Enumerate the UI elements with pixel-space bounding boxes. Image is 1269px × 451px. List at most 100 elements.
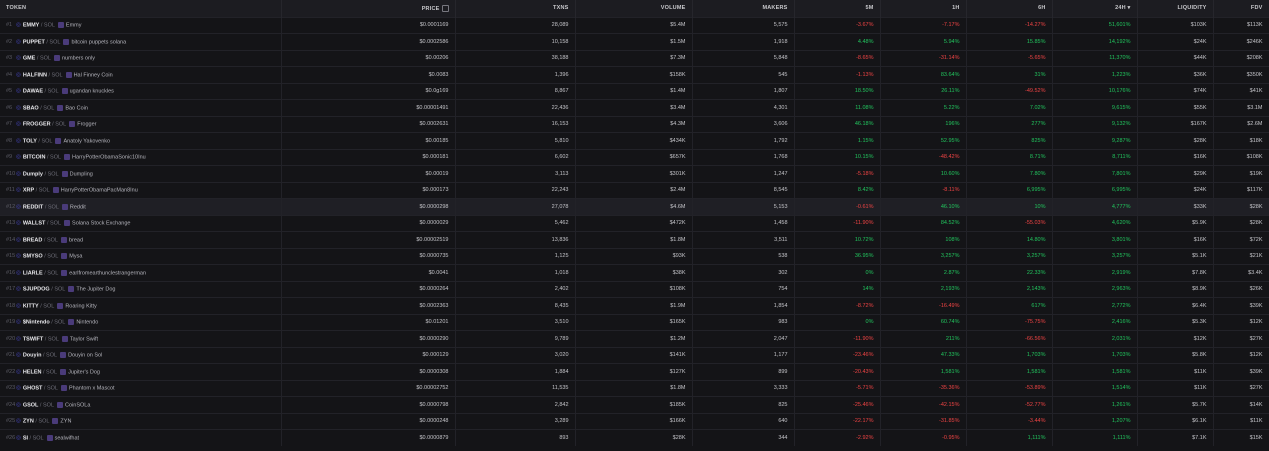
fdv-cell: $39K (1213, 363, 1269, 380)
header-makers[interactable]: MAKERS (692, 0, 795, 17)
header-24h[interactable]: 24H ▾ (1052, 0, 1138, 17)
table-row[interactable]: #8 ◎ TOLY / SOL Anatoly Yakovenko $0.00185 5,… (0, 132, 1269, 149)
token-cell[interactable]: #14◎ BREAD / SOL bread (0, 231, 282, 248)
txns-cell: 8,867 (455, 83, 576, 100)
header-volume[interactable]: VOLUME (575, 0, 693, 17)
change-5m-cell: -5.71% (794, 380, 881, 397)
fdv-cell: $41K (1213, 83, 1269, 100)
token-cell[interactable]: #26◎ SI / SOL sealwifhat (0, 429, 282, 446)
volume-cell: $158K (575, 66, 693, 83)
change-6h-cell: 2,143% (966, 281, 1053, 298)
change-1h-cell: 211% (880, 330, 967, 347)
token-cell[interactable]: #23◎ GHOST / SOL Phantom x Mascot (0, 380, 282, 397)
table-row[interactable]: #12◎ REDDIT / SOL Reddit $0.0000298 27,078 $4… (0, 198, 1269, 215)
volume-cell: $1.8M (575, 231, 693, 248)
table-row[interactable]: #15◎ SMYSO / SOL Mysa $0.0000735 1,125 $93K 53… (0, 248, 1269, 265)
change-24h-cell: 1,514% (1052, 380, 1138, 397)
header-1h[interactable]: 1H (880, 0, 967, 17)
price-cell: $0.00206 (281, 50, 456, 67)
change-5m-cell: 0% (794, 264, 881, 281)
table-row[interactable]: #14◎ BREAD / SOL bread $0.00002519 13,836 $1.… (0, 231, 1269, 248)
rank: #26 (6, 435, 16, 442)
table-row[interactable]: #16◎ LIARLE / SOL earlfromearthunclestrang… (0, 264, 1269, 281)
token-cell[interactable]: #16◎ LIARLE / SOL earlfromearthunclestrang… (0, 264, 282, 281)
txns-cell: 9,789 (455, 330, 576, 347)
header-price[interactable]: PRICE (281, 0, 456, 17)
txns-cell: 5,462 (455, 215, 576, 232)
table-row[interactable]: #22◎ HELEN / SOL Jupiter's Dog $0.0000308 1,… (0, 363, 1269, 380)
table-row[interactable]: #1 ◎ EMMY / SOL Emmy $0.0001169 28,089 $5.4M 5,… (0, 17, 1269, 34)
header-token[interactable]: TOKEN (0, 0, 282, 17)
token-cell[interactable]: #3 ◎ GME / SOL numbers only (0, 50, 282, 67)
table-row[interactable]: #10◎ Dumply / SOL Dumpling $0.00019 3,113 $30… (0, 165, 1269, 182)
rank: #20 (6, 335, 16, 342)
table-row[interactable]: #18◎ KITTY / SOL Roaring Kitty $0.0002363 8,… (0, 297, 1269, 314)
table-row[interactable]: #21◎ Douyin / SOL Douyin on Sol $0.000129 3,… (0, 347, 1269, 364)
token-cell[interactable]: #12◎ REDDIT / SOL Reddit (0, 198, 282, 215)
token-cell[interactable]: #4 ◎ HALFINN / SOL Hal Finney Coin (0, 66, 282, 83)
volume-cell: $657K (575, 149, 693, 166)
liquidity-cell: $5.8K (1137, 347, 1214, 364)
table-row[interactable]: #26◎ SI / SOL sealwifhat $0.0000879 893 $28K 3… (0, 429, 1269, 446)
table-row[interactable]: #19◎ $Nintendo / SOL Nintendo $0.01201 3,510… (0, 314, 1269, 331)
header-txns[interactable]: TXNS (455, 0, 576, 17)
token-cell[interactable]: #1 ◎ EMMY / SOL Emmy (0, 17, 282, 34)
table-row[interactable]: #11◎ XRP / SOL HarryPotterObamaPacMan8Inu $… (0, 182, 1269, 199)
txns-cell: 1,396 (455, 66, 576, 83)
token-cell[interactable]: #9 ◎ BITCOIN / SOL HarryPotterObamaSonic10I… (0, 149, 282, 166)
token-cell[interactable]: #2 ◎ PUPPET / SOL bitcoin puppets solana (0, 33, 282, 50)
table-row[interactable]: #7 ◎ FROGGER / SOL Frogger $0.0002631 16,153 $… (0, 116, 1269, 133)
header-6h[interactable]: 6H (966, 0, 1053, 17)
token-cell[interactable]: #6 ◎ SBAO / SOL Bao Coin (0, 99, 282, 116)
makers-cell: 1,768 (692, 149, 795, 166)
makers-cell: 4,301 (692, 99, 795, 116)
table-row[interactable]: #3 ◎ GME / SOL numbers only $0.00206 38,188 $7… (0, 50, 1269, 67)
change-6h-cell: -49.52% (966, 83, 1053, 100)
token-cell[interactable]: #10◎ Dumply / SOL Dumpling (0, 165, 282, 182)
change-5m-cell: -23.46% (794, 347, 881, 364)
token-cell[interactable]: #22◎ HELEN / SOL Jupiter's Dog (0, 363, 282, 380)
token-name: HarryPotterObamaPacMan8Inu (60, 187, 138, 194)
header-liquidity[interactable]: LIQUIDITY (1137, 0, 1214, 17)
price-cell: $0.0000290 (281, 330, 456, 347)
token-cell[interactable]: #24◎ GSOL / SOL CoinSOLa (0, 396, 282, 413)
token-cell[interactable]: #5 ◎ DAWAE / SOL ugandan knuckles (0, 83, 282, 100)
token-cell[interactable]: #13◎ WALLST / SOL Solana Stock Exchange (0, 215, 282, 232)
table-row[interactable]: #23◎ GHOST / SOL Phantom x Mascot $0.000027… (0, 380, 1269, 397)
change-6h-cell: -52.77% (966, 396, 1053, 413)
change-1h-cell: 5.94% (880, 33, 967, 50)
change-24h-cell: 9,287% (1052, 132, 1138, 149)
header-fdv[interactable]: FDV (1213, 0, 1269, 17)
change-5m-cell: -3.67% (794, 17, 881, 34)
change-1h-cell: -16.49% (880, 297, 967, 314)
table-row[interactable]: #17◎ SJUPDOG / SOL The Jupiter Dog $0.00002… (0, 281, 1269, 298)
token-cell[interactable]: #15◎ SMYSO / SOL Mysa (0, 248, 282, 265)
table-row[interactable]: #25◎ ZYN / SOL ZYN $0.0000248 3,289 $166K 640-… (0, 413, 1269, 430)
token-cell[interactable]: #11◎ XRP / SOL HarryPotterObamaPacMan8Inu (0, 182, 282, 199)
table-row[interactable]: #9 ◎ BITCOIN / SOL HarryPotterObamaSonic10I… (0, 149, 1269, 166)
token-chain: SOL (38, 418, 50, 425)
change-6h-cell: -3.44% (966, 413, 1053, 430)
token-cell[interactable]: #18◎ KITTY / SOL Roaring Kitty (0, 297, 282, 314)
table-row[interactable]: #13◎ WALLST / SOL Solana Stock Exchange $0.… (0, 215, 1269, 232)
table-row[interactable]: #6 ◎ SBAO / SOL Bao Coin $0.00001491 22,436 $3… (0, 99, 1269, 116)
token-cell[interactable]: #21◎ Douyin / SOL Douyin on Sol (0, 347, 282, 364)
header-5m[interactable]: 5M (794, 0, 881, 17)
token-chain: SOL (41, 137, 53, 144)
token-logo-icon (64, 154, 71, 161)
liquidity-cell: $28K (1137, 132, 1214, 149)
table-row[interactable]: #20◎ TSWIFT / SOL Taylor Swift $0.0000290 9,… (0, 330, 1269, 347)
table-row[interactable]: #2 ◎ PUPPET / SOL bitcoin puppets solana $0.… (0, 33, 1269, 50)
token-cell[interactable]: #17◎ SJUPDOG / SOL The Jupiter Dog (0, 281, 282, 298)
token-cell[interactable]: #7 ◎ FROGGER / SOL Frogger (0, 116, 282, 133)
token-name: HarryPotterObamaSonic10Inu (72, 154, 146, 161)
table-row[interactable]: #4 ◎ HALFINN / SOL Hal Finney Coin $0.0083 1,… (0, 66, 1269, 83)
token-name: earlfromearthunclestrangerman (69, 269, 147, 276)
table-row[interactable]: #5 ◎ DAWAE / SOL ugandan knuckles $0.0g169 8,… (0, 83, 1269, 100)
table-row[interactable]: #24◎ GSOL / SOL CoinSOLa $0.0000798 2,842 $18… (0, 396, 1269, 413)
token-cell[interactable]: #25◎ ZYN / SOL ZYN (0, 413, 282, 430)
token-symbol: TSWIFT (22, 335, 44, 342)
token-cell[interactable]: #20◎ TSWIFT / SOL Taylor Swift (0, 330, 282, 347)
token-cell[interactable]: #19◎ $Nintendo / SOL Nintendo (0, 314, 282, 331)
token-cell[interactable]: #8 ◎ TOLY / SOL Anatoly Yakovenko (0, 132, 282, 149)
